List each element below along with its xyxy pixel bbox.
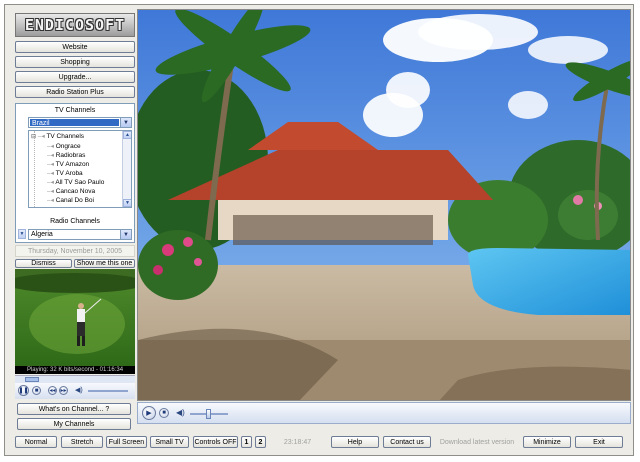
- my-channels-button[interactable]: My Channels: [17, 418, 131, 430]
- speaker-icon[interactable]: ◀): [75, 386, 84, 395]
- resort-video-frame: [138, 10, 630, 400]
- channel-label: Radiobras: [55, 152, 86, 159]
- stretch-button[interactable]: Stretch: [61, 436, 103, 448]
- scroll-up-arrow-icon[interactable]: ▲: [123, 131, 131, 139]
- minimize-button[interactable]: Minimize: [523, 436, 571, 448]
- channel-label: TV Aroba: [55, 170, 83, 177]
- radio-channels-header: Radio Channels: [50, 218, 100, 225]
- rewind-icon[interactable]: ◂◂: [48, 386, 57, 395]
- panel-collapse-icon[interactable]: ▼: [18, 229, 26, 239]
- exit-button[interactable]: Exit: [575, 436, 623, 448]
- tree-scrollbar[interactable]: ▲ ▼: [122, 131, 131, 207]
- pause-icon[interactable]: ❚❚: [18, 385, 29, 396]
- channel-item-all-tv-sao-paulo[interactable]: –◂ All TV Sao Paulo: [47, 178, 104, 187]
- shopping-button[interactable]: Shopping: [15, 56, 135, 68]
- channel-label: TV Amazon: [55, 161, 90, 168]
- channels-panel: TV Channels Brazil ▼ ⊟ –◂ TV Channels –◂…: [15, 103, 135, 243]
- channel-label: Canal Do Boi: [55, 197, 94, 204]
- normal-button[interactable]: Normal: [15, 436, 57, 448]
- show-me-this-one-button[interactable]: Show me this one: [74, 259, 135, 268]
- full-screen-button[interactable]: Full Screen: [106, 436, 147, 448]
- main-player-controls: ▶ ■ ◀): [137, 402, 631, 424]
- channel-item-tv-aroba[interactable]: –◂ TV Aroba: [47, 169, 83, 178]
- speaker-icon[interactable]: ◀): [176, 408, 186, 418]
- dismiss-button[interactable]: Dismiss: [15, 259, 72, 268]
- controls-off-button[interactable]: Controls OFF: [193, 436, 238, 448]
- page-2-button[interactable]: 2: [255, 436, 266, 448]
- play-icon[interactable]: ▶: [142, 406, 156, 420]
- radio-station-plus-button[interactable]: Radio Station Plus: [15, 86, 135, 98]
- tree-guide: [29, 131, 35, 207]
- volume-slider[interactable]: [88, 390, 128, 392]
- small-tv-button[interactable]: Small TV: [150, 436, 189, 448]
- radio-country-value: Algeria: [31, 231, 53, 238]
- stop-icon[interactable]: ■: [159, 408, 169, 418]
- dropdown-arrow-icon[interactable]: ▼: [120, 118, 131, 127]
- tv-channel-tree[interactable]: ⊟ –◂ TV Channels –◂ Ongrace –◂ Radiobras…: [28, 130, 132, 208]
- help-button[interactable]: Help: [331, 436, 379, 448]
- website-button[interactable]: Website: [15, 41, 135, 53]
- tv-country-value: Brazil: [30, 119, 119, 127]
- volume-thumb[interactable]: [206, 409, 211, 419]
- scroll-down-arrow-icon[interactable]: ▼: [123, 199, 131, 207]
- preview-video[interactable]: Playing: 32 K bits/second - 01:16:34: [15, 269, 135, 374]
- channel-item-tv-amazon[interactable]: –◂ TV Amazon: [47, 160, 89, 169]
- whats-on-channel-button[interactable]: What's on Channel... ?: [17, 403, 131, 415]
- tree-root-node[interactable]: ⊟ –◂ TV Channels: [31, 132, 84, 141]
- contact-us-button[interactable]: Contact us: [383, 436, 431, 448]
- download-latest-version-link[interactable]: Download latest version: [435, 436, 519, 448]
- seek-thumb[interactable]: [25, 377, 39, 382]
- upgrade-button[interactable]: Upgrade...: [15, 71, 135, 83]
- clock-display: 23:18:47: [283, 438, 312, 446]
- preview-controls: ❚❚ ■ ◂◂ ▸▸ ◀): [15, 383, 135, 399]
- channel-item-radiobras[interactable]: –◂ Radiobras: [47, 151, 85, 160]
- plus-expander-icon[interactable]: ⊟: [31, 134, 36, 140]
- page-1-button[interactable]: 1: [241, 436, 252, 448]
- channel-item-canal-do-boi[interactable]: –◂ Canal Do Boi: [47, 196, 94, 205]
- golf-preview-image: [15, 269, 135, 366]
- date-display: Thursday, November 10, 2005: [15, 245, 135, 257]
- preview-status: Playing: 32 K bits/second - 01:16:34: [15, 366, 135, 374]
- preview-seek-bar[interactable]: [15, 375, 135, 383]
- tv-channels-header: TV Channels: [54, 107, 96, 114]
- channel-label: Cancao Nova: [55, 188, 96, 195]
- channel-label: Ongrace: [55, 143, 81, 150]
- channel-item-cancao-nova[interactable]: –◂ Cancao Nova: [47, 187, 95, 196]
- endicosoft-logo: ENDICOSOFT: [15, 13, 135, 37]
- app-window: ENDICOSOFT Website Shopping Upgrade... R…: [4, 4, 634, 456]
- stop-icon[interactable]: ■: [32, 386, 41, 395]
- radio-country-dropdown[interactable]: Algeria ▼: [28, 229, 132, 240]
- tv-country-dropdown[interactable]: Brazil ▼: [28, 117, 132, 128]
- logo-text: ENDICOSOFT: [24, 16, 126, 34]
- channel-item-ongrace[interactable]: –◂ Ongrace: [47, 142, 81, 151]
- forward-icon[interactable]: ▸▸: [59, 386, 68, 395]
- channel-label: All TV Sao Paulo: [55, 179, 105, 186]
- tree-root-label: TV Channels: [46, 133, 85, 140]
- main-video[interactable]: [137, 9, 631, 401]
- main-volume-slider[interactable]: [190, 409, 228, 419]
- dropdown-arrow-icon[interactable]: ▼: [120, 230, 131, 239]
